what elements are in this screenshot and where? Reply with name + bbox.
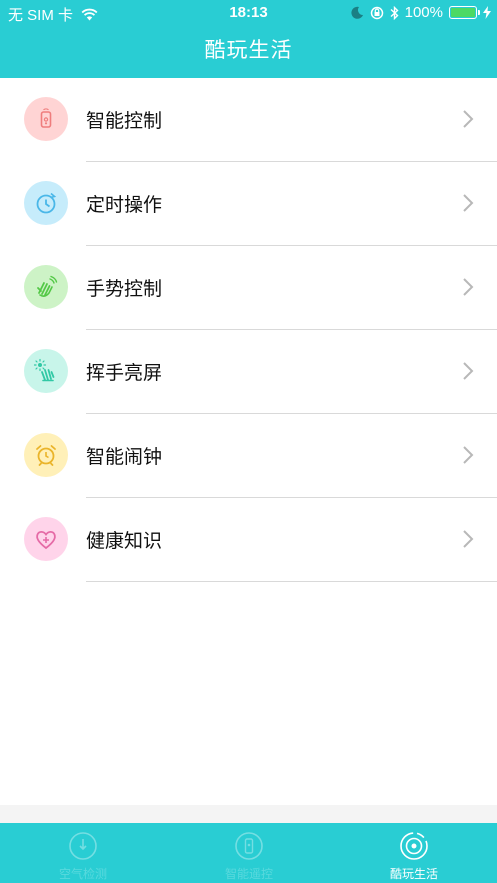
menu-item-health-knowledge[interactable]: 健康知识 bbox=[0, 498, 497, 582]
hand-light-icon bbox=[24, 349, 68, 393]
clock-icon bbox=[24, 181, 68, 225]
tab-label: 空气检测 bbox=[58, 867, 107, 881]
menu-list: 智能控制 定时操作 手势控制 挥手亮屏 智能闹钟 健康知识 bbox=[0, 78, 497, 582]
tab-air-quality[interactable]: 空气检测 bbox=[0, 823, 166, 883]
charging-icon bbox=[483, 6, 491, 19]
chevron-right-icon bbox=[463, 278, 474, 296]
menu-item-timer[interactable]: 定时操作 bbox=[0, 162, 497, 246]
alarm-clock-icon bbox=[24, 433, 68, 477]
air-quality-icon bbox=[69, 832, 97, 860]
remote-control-icon bbox=[24, 97, 68, 141]
hand-wave-icon bbox=[24, 265, 68, 309]
menu-item-label: 手势控制 bbox=[86, 278, 163, 300]
menu-item-label: 智能控制 bbox=[86, 110, 163, 132]
tab-label: 酷玩生活 bbox=[389, 867, 438, 881]
status-right: 100% bbox=[351, 4, 491, 21]
menu-item-wave-wake[interactable]: 挥手亮屏 bbox=[0, 330, 497, 414]
divider bbox=[86, 581, 497, 582]
bluetooth-icon bbox=[390, 5, 399, 20]
tab-bar: 空气检测 智能遥控 酷玩生活 bbox=[0, 823, 497, 883]
menu-item-label: 智能闹钟 bbox=[86, 446, 163, 468]
chevron-right-icon bbox=[463, 194, 474, 212]
rotation-lock-icon bbox=[370, 6, 383, 19]
menu-item-label: 定时操作 bbox=[86, 194, 163, 216]
menu-item-label: 健康知识 bbox=[86, 530, 163, 552]
battery-percent: 100% bbox=[404, 4, 443, 21]
page-title: 酷玩生活 bbox=[204, 38, 293, 62]
chevron-right-icon bbox=[463, 530, 474, 548]
menu-item-gesture-control[interactable]: 手势控制 bbox=[0, 246, 497, 330]
menu-item-smart-alarm[interactable]: 智能闹钟 bbox=[0, 414, 497, 498]
battery-icon bbox=[449, 6, 480, 19]
cool-life-icon bbox=[400, 832, 428, 860]
moon-icon bbox=[351, 6, 363, 19]
tab-cool-life[interactable]: 酷玩生活 bbox=[331, 823, 497, 883]
menu-item-smart-control[interactable]: 智能控制 bbox=[0, 78, 497, 162]
chevron-right-icon bbox=[463, 362, 474, 380]
tab-bar-separator bbox=[0, 805, 497, 823]
menu-item-label: 挥手亮屏 bbox=[86, 362, 163, 384]
chevron-right-icon bbox=[463, 446, 474, 464]
tab-label: 智能遥控 bbox=[224, 867, 273, 881]
nav-bar: 酷玩生活 bbox=[0, 26, 497, 78]
status-bar: 无 SIM 卡 18:13 100% bbox=[0, 0, 497, 26]
smart-remote-icon bbox=[235, 832, 263, 860]
chevron-right-icon bbox=[463, 110, 474, 128]
heart-plus-icon bbox=[24, 517, 68, 561]
tab-smart-remote[interactable]: 智能遥控 bbox=[166, 823, 332, 883]
